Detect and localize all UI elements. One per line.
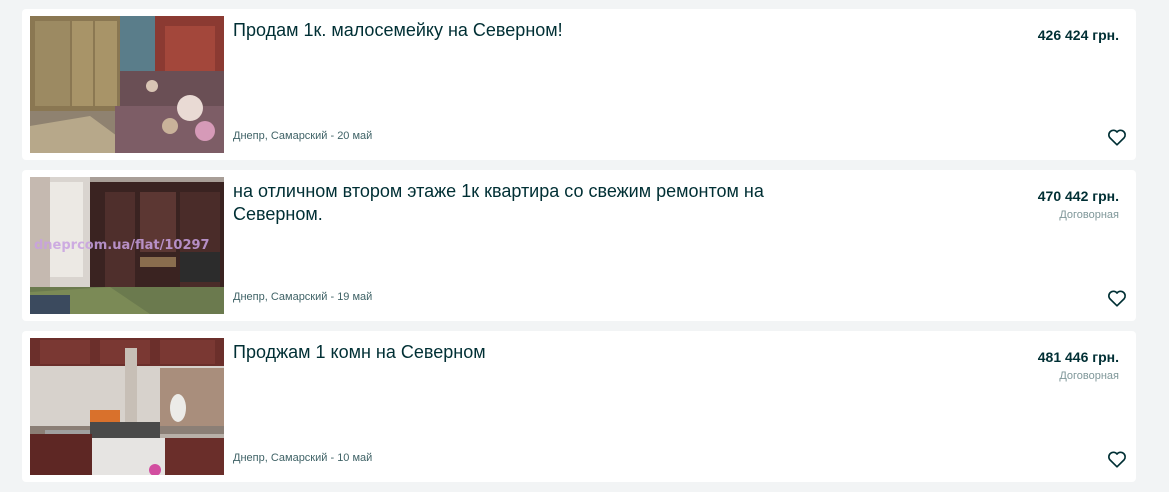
favorite-button[interactable] (1106, 448, 1128, 470)
listing-location-date: Днепр, Самарский - 10 май (233, 452, 373, 464)
listing-list: Продам 1к. малосемейку на Северном! Днеп… (22, 9, 1136, 492)
room-with-cabinet-image: dneprcom.ua/flat/10297 (30, 177, 224, 314)
negotiable-label: Договорная (1059, 209, 1119, 221)
listing-card[interactable]: Продам 1к. малосемейку на Северном! Днеп… (22, 9, 1136, 160)
favorite-button[interactable] (1106, 126, 1128, 148)
listing-photo-kitchen[interactable] (30, 338, 224, 475)
listing-price: 470 442 грн. (1037, 188, 1119, 204)
listing-card[interactable]: Проджам 1 комн на Северном Днепр, Самарс… (22, 331, 1136, 482)
listing-title[interactable]: Проджам 1 комн на Северном (233, 341, 813, 364)
listing-card[interactable]: dneprcom.ua/flat/10297 на отличном второ… (22, 170, 1136, 321)
heart-icon (1108, 451, 1126, 468)
listing-price: 426 424 грн. (1037, 27, 1119, 43)
photo-watermark: dneprcom.ua/flat/10297 (34, 238, 210, 253)
heart-icon (1108, 290, 1126, 307)
listing-price: 481 446 грн. (1037, 349, 1119, 365)
kitchen-image (30, 338, 224, 475)
listing-photo-living-room[interactable] (30, 16, 224, 153)
listing-location-date: Днепр, Самарский - 20 май (233, 130, 373, 142)
heart-icon (1108, 129, 1126, 146)
listing-title[interactable]: Продам 1к. малосемейку на Северном! (233, 19, 813, 42)
negotiable-label: Договорная (1059, 370, 1119, 382)
favorite-button[interactable] (1106, 287, 1128, 309)
living-room-image (30, 16, 224, 153)
listing-title[interactable]: на отличном втором этаже 1к квартира со … (233, 180, 813, 226)
listing-photo-room-with-cabinet[interactable]: dneprcom.ua/flat/10297 (30, 177, 224, 314)
listing-location-date: Днепр, Самарский - 19 май (233, 291, 373, 303)
